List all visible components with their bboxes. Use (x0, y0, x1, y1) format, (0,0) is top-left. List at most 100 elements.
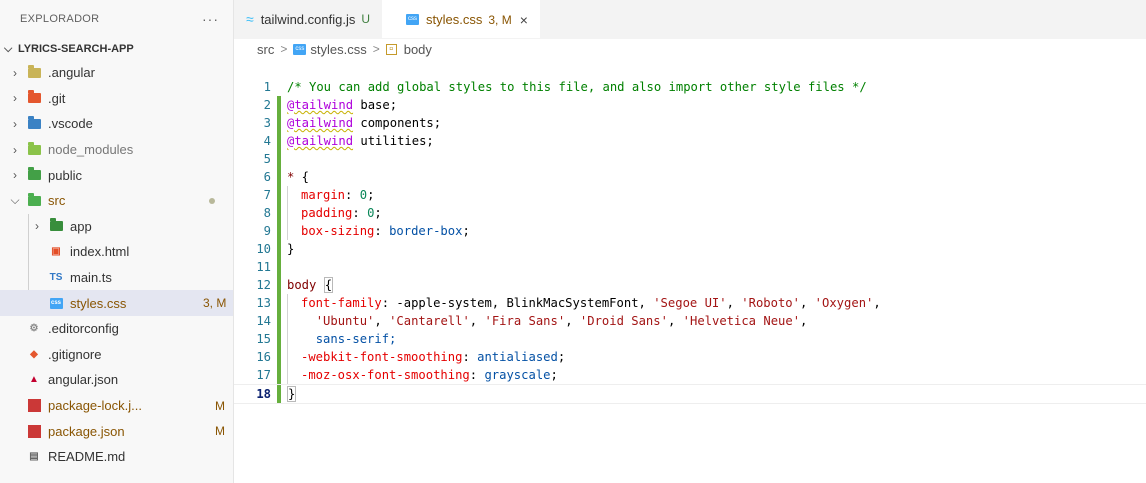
modified-gutter-mark (277, 240, 281, 258)
code-text: sans-serif; (315, 332, 397, 346)
tree-item-editorconfig[interactable]: ⚙ .editorconfig (0, 316, 233, 342)
tree-item-styles-css[interactable]: css styles.css 3, M (0, 290, 233, 316)
modified-gutter-mark (277, 330, 281, 348)
code-editor[interactable]: 1 /* You can add global styles to this f… (234, 78, 1146, 404)
chevron-right-icon: › (13, 91, 17, 106)
more-actions-icon[interactable]: ··· (202, 11, 219, 27)
explorer-title: EXPLORADOR (20, 13, 100, 25)
tree-item-package-lock[interactable]: package-lock.j... M (0, 393, 233, 419)
breadcrumb-item[interactable]: styles.css (310, 42, 366, 57)
angular-icon: ▲ (29, 374, 39, 386)
code-line: 15 sans-serif; (234, 330, 1146, 348)
modified-gutter-mark (277, 168, 281, 186)
tree-item-public[interactable]: › public (0, 162, 233, 188)
tree-item-angular-json[interactable]: ▲ angular.json (0, 367, 233, 393)
line-number: 14 (256, 314, 271, 328)
modified-badge: 3, M (203, 296, 227, 311)
tree-item-label: public (48, 167, 82, 183)
tab-label: styles.css (426, 12, 483, 27)
code-text: @tailwind (287, 116, 354, 130)
code-text: 'Oxygen' (814, 296, 874, 310)
tree-item-index-html[interactable]: ▣ index.html (0, 239, 233, 265)
project-root[interactable]: ⌵ LYRICS-SEARCH-APP (0, 38, 233, 60)
modified-badge: 3, M (488, 12, 512, 27)
tree-item-readme[interactable]: ▤ README.md (0, 444, 233, 470)
html-file-icon: ▣ (51, 246, 61, 258)
npm-icon (26, 399, 42, 413)
tree-item-label: index.html (70, 244, 130, 260)
editor-tabs: ≈ tailwind.config.js U css styles.css 3,… (234, 0, 1146, 39)
tree-item-label: package.json (48, 423, 125, 439)
code-text: box-sizing (301, 224, 375, 238)
code-line: 13 font-family: -apple-system, BlinkMacS… (234, 294, 1146, 312)
close-icon[interactable]: × (520, 12, 528, 28)
line-number: 1 (263, 80, 271, 94)
code-line: 8 padding: 0; (234, 204, 1146, 222)
code-line: 4 @tailwind utilities; (234, 132, 1146, 150)
chevron-right-icon: › (13, 65, 17, 80)
code-text: -moz-osx-font-smoothing (301, 368, 470, 382)
untracked-badge: U (361, 12, 371, 26)
code-text: 0 (359, 188, 368, 202)
code-line: 16 -webkit-font-smoothing: antialiased; (234, 348, 1146, 366)
breadcrumb: src > css styles.css > ▫ body (234, 38, 1146, 60)
tree-item-angular[interactable]: › .angular (0, 60, 233, 86)
tree-item-label: main.ts (70, 270, 112, 286)
tab-tailwind-config[interactable]: ≈ tailwind.config.js U (234, 0, 382, 38)
code-text: { (323, 277, 334, 293)
code-text: 'Ubuntu' (315, 314, 375, 328)
tree-item-package-json[interactable]: package.json M (0, 418, 233, 444)
line-number: 6 (263, 170, 271, 184)
tab-styles-css[interactable]: css styles.css 3, M × (382, 0, 540, 38)
tree-item-main-ts[interactable]: TS main.ts (0, 265, 233, 291)
src-folder-icon (26, 192, 42, 208)
chevron-right-icon: › (13, 168, 17, 183)
breadcrumb-item[interactable]: body (404, 42, 432, 57)
code-line: 17 -moz-osx-font-smoothing: grayscale; (234, 366, 1146, 384)
tree-item-git[interactable]: › .git (0, 86, 233, 112)
line-number: 8 (263, 206, 271, 220)
modified-gutter-mark (277, 312, 281, 330)
code-line: 14 'Ubuntu', 'Cantarell', 'Fira Sans', '… (234, 312, 1146, 330)
git-diamond-icon: ◆ (30, 348, 38, 360)
tree-item-gitignore[interactable]: ◆ .gitignore (0, 342, 233, 368)
line-number: 11 (256, 260, 271, 274)
css-file-icon: css (406, 14, 420, 25)
code-text: 'Fira Sans' (484, 314, 566, 328)
breadcrumb-item[interactable]: src (257, 42, 274, 57)
code-text: antialiased (477, 350, 558, 364)
code-text: components; (353, 116, 442, 130)
line-number: 4 (263, 134, 271, 148)
modified-gutter-mark (277, 114, 281, 132)
code-text: -apple-system, BlinkMacSystemFont, (389, 296, 654, 310)
src-children: › app ▣ index.html TS main.ts css styles… (0, 213, 233, 316)
tree-item-node-modules[interactable]: › node_modules (0, 137, 233, 163)
tree-item-app[interactable]: › app (0, 214, 233, 240)
line-number: 10 (256, 242, 271, 256)
modified-gutter-mark (277, 276, 281, 294)
modified-gutter-mark (277, 96, 281, 114)
tree-item-label: angular.json (48, 372, 119, 388)
code-line: 11 (234, 258, 1146, 276)
code-text: body (287, 278, 317, 292)
modified-gutter-mark (277, 186, 281, 204)
line-number: 9 (263, 224, 271, 238)
code-line: 7 margin: 0; (234, 186, 1146, 204)
code-text: border-box (389, 224, 463, 238)
typescript-file-icon: TS (49, 272, 63, 284)
code-text: /* You can add global styles to this fil… (287, 80, 867, 94)
tree-item-src[interactable]: ⌵ src (0, 188, 233, 214)
chevron-right-icon: > (280, 42, 288, 56)
modified-gutter-mark (277, 294, 281, 312)
app-folder-icon (48, 218, 64, 233)
modified-gutter-mark (277, 366, 281, 384)
git-folder-icon (26, 90, 42, 105)
tree-item-vscode[interactable]: › .vscode (0, 111, 233, 137)
chevron-right-icon: › (13, 142, 17, 157)
code-text: } (287, 386, 297, 402)
symbol-icon: ▫ (385, 43, 397, 55)
chevron-down-icon: ⌵ (4, 42, 13, 55)
code-line: 10 } (234, 240, 1146, 258)
code-text: @tailwind (287, 134, 354, 148)
code-line: 1 /* You can add global styles to this f… (234, 78, 1146, 96)
